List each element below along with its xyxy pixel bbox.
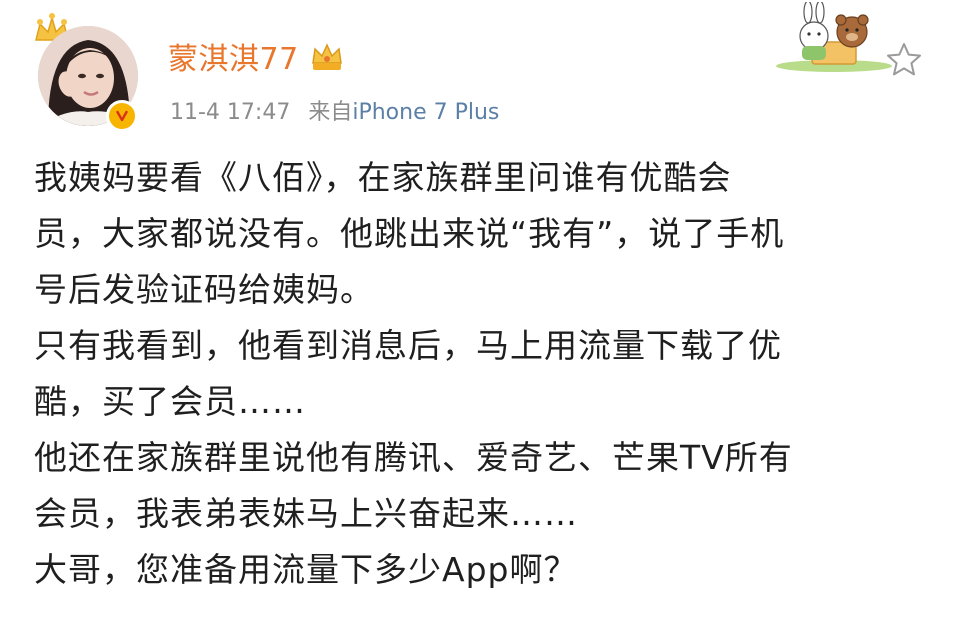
post-line: 大哥，您准备用流量下多少App啊？ (34, 550, 578, 589)
post-time: 11-4 17:47 (170, 100, 291, 125)
post-line: 只有我看到，他看到消息后，马上用流量下载了优 (34, 326, 782, 365)
post-line: 他还在家族群里说他有腾讯、爱奇艺、芒果TV所有 (34, 438, 793, 477)
post-line: 号后发验证码给姨妈。 (34, 270, 374, 309)
source-prefix: 来自 (308, 100, 353, 125)
post-meta: 11-4 17:47 来自iPhone 7 Plus (170, 94, 499, 126)
post-line: 会员，我表弟表妹马上兴奋起来…… (34, 494, 578, 533)
vip-crown-icon[interactable] (307, 39, 347, 73)
post-header: 蒙淇淇77 11-4 17:47 来自iPhone 7 Plus (0, 0, 960, 140)
post-line: 员，大家都说没有。他跳出来说“我有”，说了手机 (34, 214, 785, 253)
post-line: 酷，买了会员…… (34, 382, 306, 421)
username-row: 蒙淇淇77 (168, 34, 347, 78)
avatar-container[interactable] (30, 10, 150, 132)
favorite-star-icon[interactable] (884, 40, 924, 80)
device-source-link[interactable]: iPhone 7 Plus (352, 100, 499, 125)
mascot-sticker-icon (776, 2, 892, 72)
post-body: 我姨妈要看《八佰》，在家族群里问谁有优酷会 员，大家都说没有。他跳出来说“我有”… (34, 150, 934, 598)
username[interactable]: 蒙淇淇77 (168, 34, 299, 78)
post-line: 我姨妈要看《八佰》，在家族群里问谁有优酷会 (34, 158, 732, 197)
verified-v-icon (113, 107, 131, 125)
verified-badge (106, 100, 138, 132)
